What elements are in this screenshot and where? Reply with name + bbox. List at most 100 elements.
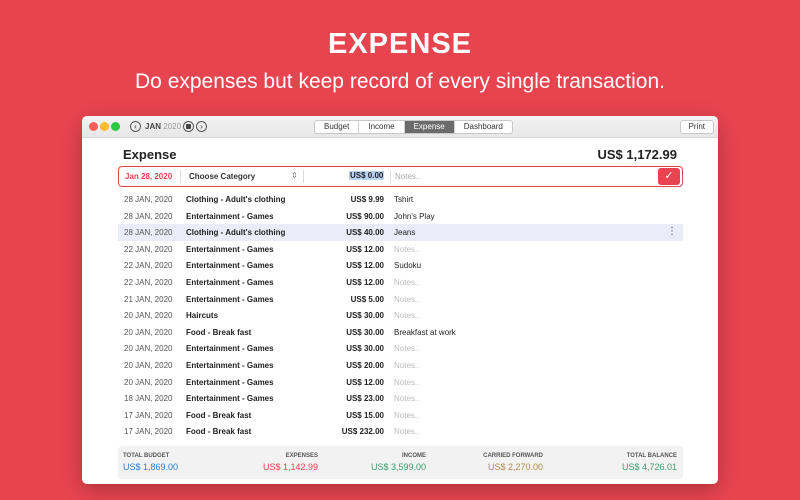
minimize-window-button[interactable] [100, 122, 109, 131]
table-row[interactable]: 20 JAN, 2020 Entertainment - Games US$ 30.… [118, 340, 683, 357]
table-row[interactable]: 22 JAN, 2020 Entertainment - Games US$ 12.… [118, 257, 683, 274]
row-note: Notes.. [394, 344, 420, 354]
summary-bar: TOTAL BUDGET US$ 1,869.00 EXPENSES US$ 1… [118, 446, 683, 479]
row-note: Notes.. [394, 427, 420, 437]
transaction-list: 28 JAN, 2020 Clothing - Adult's clothing U… [118, 191, 683, 440]
amount-input[interactable]: US$ 0.00 [349, 171, 385, 180]
table-row[interactable]: 28 JAN, 2020 Clothing - Adult's clothing U… [118, 191, 683, 208]
zoom-window-button[interactable] [111, 122, 120, 131]
row-amount: US$ 90.00 [346, 211, 384, 221]
row-amount: US$ 9.99 [350, 195, 384, 204]
row-note: Sudoku [394, 261, 422, 271]
category-select[interactable]: Choose Category [189, 172, 255, 181]
month-name: JAN [145, 122, 162, 131]
table-row[interactable]: 28 JAN, 2020 Clothing - Adult's clothing U… [118, 224, 683, 241]
row-category: Entertainment - Games [186, 394, 274, 404]
row-date: 17 JAN, 2020 [124, 410, 173, 420]
row-amount: US$ 12.00 [346, 277, 384, 287]
tab-expense[interactable]: Expense [404, 121, 455, 133]
chevron-right-icon[interactable]: › [196, 121, 207, 132]
row-note: Breakfast at work [394, 327, 456, 337]
chevron-updown-icon[interactable]: ⇕ [291, 171, 298, 180]
row-category: Entertainment - Games [186, 261, 274, 271]
table-row[interactable]: 21 JAN, 2020 Entertainment - Games US$ 5.0… [118, 291, 683, 308]
row-category: Entertainment - Games [186, 244, 274, 254]
table-row[interactable]: 20 JAN, 2020 Entertainment - Games US$ 20.… [118, 357, 683, 374]
titlebar: ‹ JAN 2020 › Budget Income Expense Dashboar… [82, 116, 718, 138]
total-balance-stat: TOTAL BALANCE US$ 4,726.01 [607, 453, 677, 472]
row-amount: US$ 30.00 [346, 344, 384, 354]
notes-input[interactable]: Notes.. [395, 172, 420, 181]
row-note: Tshirt [394, 195, 414, 204]
row-date: 17 JAN, 2020 [124, 427, 173, 437]
row-date: 20 JAN, 2020 [124, 360, 173, 370]
stat-label: EXPENSES [285, 453, 318, 459]
checkmark-icon: ✓ [664, 170, 674, 182]
stat-label: TOTAL BUDGET [123, 453, 170, 459]
row-category: Entertainment - Games [186, 211, 274, 221]
table-row[interactable]: 17 JAN, 2020 Food - Break fast US$ 232.00 N… [118, 423, 683, 440]
row-date: 28 JAN, 2020 [124, 228, 173, 238]
row-category: Food - Break fast [186, 427, 252, 437]
row-date: 22 JAN, 2020 [124, 261, 173, 271]
page-title: Expense [123, 147, 177, 162]
new-expense-row: Jan 28, 2020 Choose Category ⇕ US$ 0.00 … [118, 166, 683, 187]
row-date: 20 JAN, 2020 [124, 344, 173, 354]
print-button[interactable]: Print [679, 120, 714, 134]
today-icon[interactable] [183, 121, 194, 132]
row-category: Haircuts [186, 311, 219, 321]
row-date: 20 JAN, 2020 [124, 327, 173, 337]
row-note: Notes.. [394, 277, 420, 287]
row-category: Food - Break fast [186, 327, 252, 337]
row-date: 21 JAN, 2020 [124, 294, 173, 304]
total-expense-amount: US$ 1,172.99 [597, 147, 677, 162]
table-row[interactable]: 22 JAN, 2020 Entertainment - Games US$ 12.… [118, 274, 683, 291]
divider [180, 170, 181, 183]
row-note: Notes.. [394, 410, 420, 420]
row-note: Notes.. [394, 394, 420, 404]
row-category: Food - Break fast [186, 410, 252, 420]
row-date: 20 JAN, 2020 [124, 377, 173, 387]
stat-value: US$ 4,726.01 [621, 462, 677, 472]
row-note: Jeans [394, 228, 416, 238]
income-stat: INCOME US$ 3,599.00 [364, 453, 426, 472]
tab-dashboard[interactable]: Dashboard [455, 121, 512, 133]
tab-income[interactable]: Income [359, 121, 405, 133]
stat-label: INCOME [402, 453, 426, 459]
row-note: Notes.. [394, 311, 420, 321]
more-options-icon[interactable]: ⋮ [667, 226, 677, 237]
month-label: JAN 2020 [145, 122, 181, 131]
tab-budget[interactable]: Budget [315, 121, 360, 133]
row-note: Notes.. [394, 244, 420, 254]
row-amount: US$ 20.00 [346, 360, 384, 370]
entry-date-field[interactable]: Jan 28, 2020 [125, 172, 172, 181]
row-date: 22 JAN, 2020 [124, 277, 173, 287]
row-category: Entertainment - Games [186, 377, 274, 387]
stat-value: US$ 1,142.99 [262, 462, 318, 472]
stat-value: US$ 3,599.00 [370, 462, 426, 472]
row-amount: US$ 12.00 [346, 244, 384, 254]
row-date: 22 JAN, 2020 [124, 244, 173, 254]
row-amount: US$ 30.00 [346, 327, 384, 337]
divider [390, 170, 391, 183]
row-category: Clothing - Adult's clothing [186, 228, 286, 238]
table-row[interactable]: 28 JAN, 2020 Entertainment - Games US$ 90.… [118, 208, 683, 225]
table-row[interactable]: 20 JAN, 2020 Entertainment - Games US$ 12.… [118, 374, 683, 391]
table-row[interactable]: 17 JAN, 2020 Food - Break fast US$ 15.00 No… [118, 407, 683, 424]
table-row[interactable]: 18 JAN, 2020 Entertainment - Games US$ 23.… [118, 390, 683, 407]
table-row[interactable]: 20 JAN, 2020 Food - Break fast US$ 30.00 Br… [118, 324, 683, 341]
chevron-left-icon[interactable]: ‹ [130, 121, 141, 132]
close-window-button[interactable] [89, 122, 98, 131]
row-category: Clothing - Adult's clothing [186, 195, 286, 204]
row-note: Notes.. [394, 377, 420, 387]
view-tabs: Budget Income Expense Dashboard [314, 120, 513, 134]
hero-title: EXPENSE [328, 28, 472, 60]
row-amount: US$ 30.00 [346, 311, 384, 321]
stat-label: CARRIED FORWARD [483, 453, 543, 459]
stat-value: US$ 2,270.00 [487, 462, 543, 472]
row-amount: US$ 5.00 [350, 294, 384, 304]
row-category: Entertainment - Games [186, 344, 274, 354]
table-row[interactable]: 20 JAN, 2020 Haircuts US$ 30.00 Notes.. [118, 307, 683, 324]
confirm-button[interactable]: ✓ [658, 168, 680, 185]
table-row[interactable]: 22 JAN, 2020 Entertainment - Games US$ 12.… [118, 241, 683, 258]
